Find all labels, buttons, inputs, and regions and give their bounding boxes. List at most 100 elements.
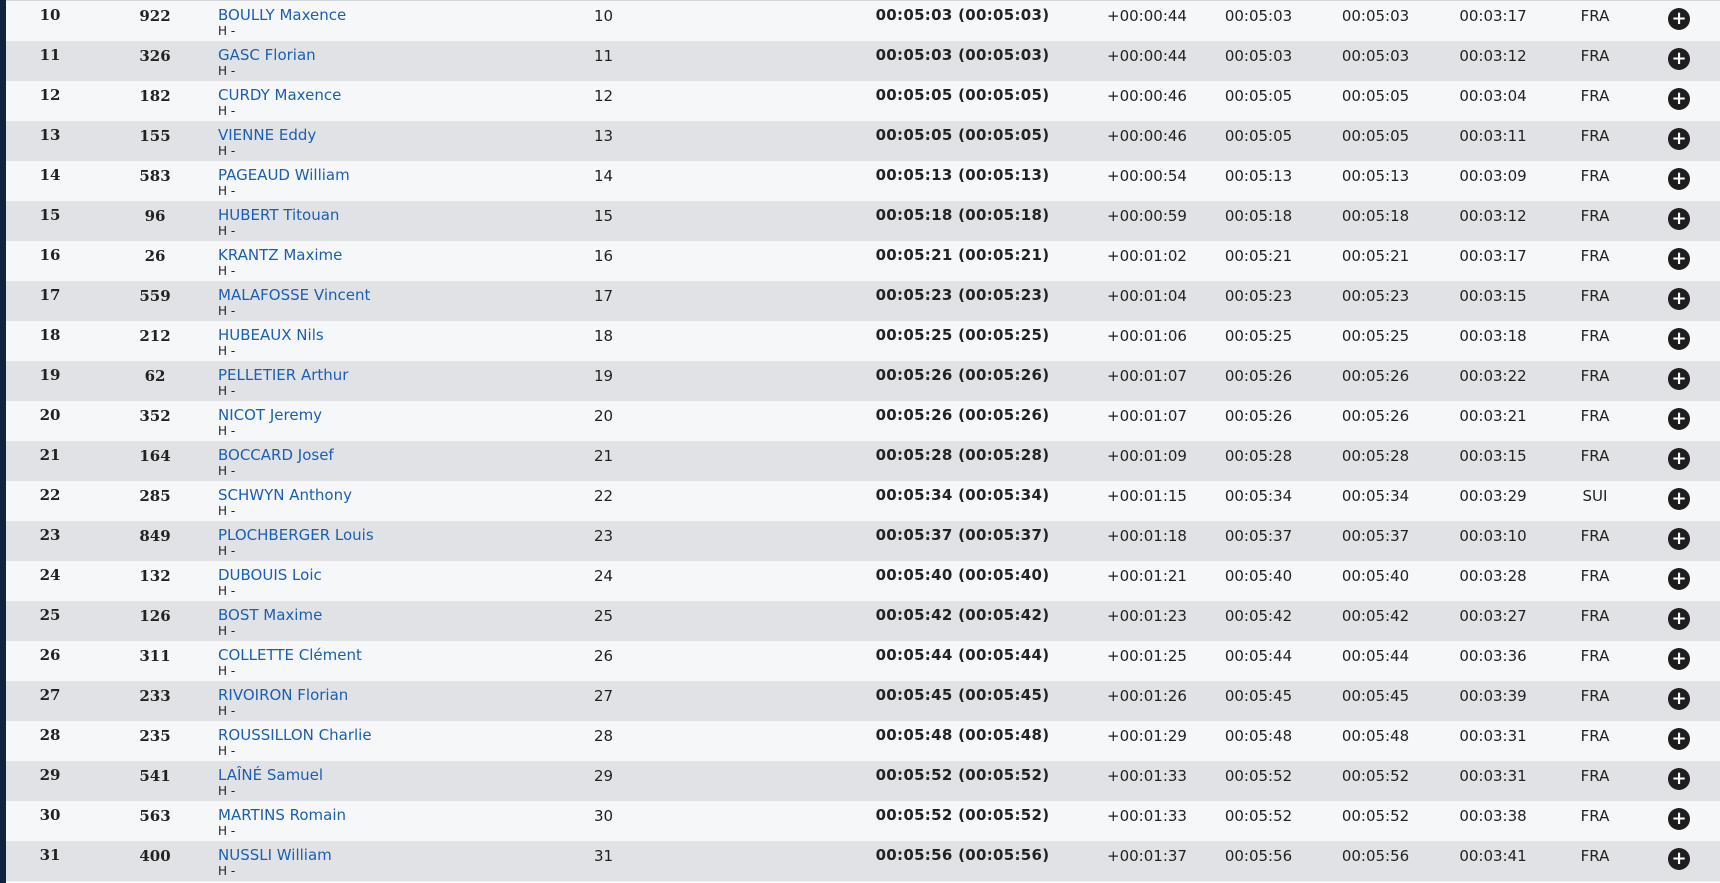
split-time-1: 00:05:05 <box>1224 126 1293 145</box>
athlete-cell: HUBERT Titouan H - <box>216 201 586 241</box>
athlete-name-link[interactable]: CURDY Maxence <box>218 87 586 103</box>
plus-circle-icon[interactable]: + <box>1668 847 1690 870</box>
country-code: FRA <box>1580 526 1610 545</box>
table-row[interactable]: 21 164 BOCCARD Josef H - 21 00:05:28 (00… <box>6 440 1720 481</box>
athlete-name-link[interactable]: BOCCARD Josef <box>218 447 586 463</box>
split-time-3: 00:03:09 <box>1459 166 1527 185</box>
table-row[interactable]: 27 233 RIVOIRON Florian H - 27 00:05:45 … <box>6 680 1720 721</box>
athlete-name-link[interactable]: PELLETIER Arthur <box>218 367 586 383</box>
table-row[interactable]: 18 212 HUBEAUX Nils H - 18 00:05:25 (00:… <box>6 320 1720 361</box>
athlete-name-link[interactable]: PAGEAUD William <box>218 167 586 183</box>
plus-circle-icon[interactable]: + <box>1668 207 1690 230</box>
category-rank: 18 <box>594 326 614 345</box>
plus-circle-icon[interactable]: + <box>1668 8 1690 30</box>
time-gap: +00:01:15 <box>1107 486 1187 505</box>
split-time-2: 00:05:23 <box>1341 286 1410 305</box>
athlete-name-link[interactable]: PLOCHBERGER Louis <box>218 527 586 543</box>
athlete-name-link[interactable]: MALAFOSSE Vincent <box>218 287 586 303</box>
athlete-name-link[interactable]: KRANTZ Maxime <box>218 247 586 263</box>
category-rank: 24 <box>594 566 614 585</box>
athlete-name-link[interactable]: BOULLY Maxence <box>218 7 586 23</box>
split-time-2: 00:05:18 <box>1341 206 1410 225</box>
plus-circle-icon[interactable]: + <box>1668 527 1690 550</box>
table-row[interactable]: 16 26 KRANTZ Maxime H - 16 00:05:21 (00:… <box>6 240 1720 281</box>
table-row[interactable]: 15 96 HUBERT Titouan H - 15 00:05:18 (00… <box>6 200 1720 241</box>
plus-circle-icon[interactable]: + <box>1668 727 1690 750</box>
plus-circle-icon[interactable]: + <box>1668 767 1690 790</box>
split-time-3: 00:03:11 <box>1459 126 1527 145</box>
athlete-name-link[interactable]: RIVOIRON Florian <box>218 687 586 703</box>
table-row[interactable]: 13 155 VIENNE Eddy H - 13 00:05:05 (00:0… <box>6 120 1720 161</box>
results-table: 10 922 BOULLY Maxence H - 10 00:05:03 (0… <box>6 0 1720 881</box>
athlete-name-link[interactable]: HUBERT Titouan <box>218 207 586 223</box>
athlete-cell: RIVOIRON Florian H - <box>216 681 586 721</box>
overall-rank: 26 <box>39 645 61 664</box>
table-row[interactable]: 12 182 CURDY Maxence H - 12 00:05:05 (00… <box>6 80 1720 121</box>
plus-circle-icon[interactable]: + <box>1668 327 1690 350</box>
athlete-name-link[interactable]: NUSSLI William <box>218 847 586 863</box>
plus-circle-icon[interactable]: + <box>1668 47 1690 70</box>
table-row[interactable]: 11 326 GASC Florian H - 11 00:05:03 (00:… <box>6 40 1720 81</box>
table-row[interactable]: 22 285 SCHWYN Anthony H - 22 00:05:34 (0… <box>6 480 1720 521</box>
plus-circle-icon[interactable]: + <box>1668 287 1690 310</box>
athlete-name-link[interactable]: MARTINS Romain <box>218 807 586 823</box>
table-row[interactable]: 26 311 COLLETTE Clément H - 26 00:05:44 … <box>6 640 1720 681</box>
table-row[interactable]: 29 541 LAÎNÉ Samuel H - 29 00:05:52 (00:… <box>6 760 1720 801</box>
category-rank: 14 <box>594 166 614 185</box>
expand-cell: + <box>1638 761 1720 801</box>
table-row[interactable]: 10 922 BOULLY Maxence H - 10 00:05:03 (0… <box>6 0 1720 41</box>
plus-circle-icon[interactable]: + <box>1668 167 1690 190</box>
plus-circle-icon[interactable]: + <box>1668 247 1690 270</box>
table-row[interactable]: 23 849 PLOCHBERGER Louis H - 23 00:05:37… <box>6 520 1720 561</box>
overall-rank: 12 <box>39 85 61 104</box>
athlete-category: H - <box>218 383 236 398</box>
bib-number: 26 <box>144 246 166 265</box>
table-row[interactable]: 28 235 ROUSSILLON Charlie H - 28 00:05:4… <box>6 720 1720 761</box>
table-row[interactable]: 19 62 PELLETIER Arthur H - 19 00:05:26 (… <box>6 360 1720 401</box>
category-rank: 20 <box>594 406 614 425</box>
athlete-name-link[interactable]: SCHWYN Anthony <box>218 487 586 503</box>
plus-circle-icon[interactable]: + <box>1668 567 1690 590</box>
table-row[interactable]: 24 132 DUBOUIS Loic H - 24 00:05:40 (00:… <box>6 560 1720 601</box>
finish-time: 00:05:40 (00:05:40) <box>875 565 1050 584</box>
finish-time: 00:05:03 (00:05:03) <box>831 0 1094 41</box>
table-row[interactable]: 25 126 BOST Maxime H - 25 00:05:42 (00:0… <box>6 600 1720 641</box>
plus-circle-icon[interactable]: + <box>1668 367 1690 390</box>
finish-time: 00:05:52 (00:05:52) <box>875 765 1050 784</box>
athlete-name-link[interactable]: LAÎNÉ Samuel <box>218 767 586 783</box>
plus-circle-icon[interactable]: + <box>1668 487 1690 510</box>
plus-circle-icon[interactable]: + <box>1668 407 1690 430</box>
split-time-2: 00:05:34 <box>1341 486 1410 505</box>
table-row[interactable]: 30 563 MARTINS Romain H - 30 00:05:52 (0… <box>6 800 1720 841</box>
table-row[interactable]: 20 352 NICOT Jeremy H - 20 00:05:26 (00:… <box>6 400 1720 441</box>
plus-circle-icon[interactable]: + <box>1668 607 1690 630</box>
split-time-3: 00:03:28 <box>1459 566 1527 585</box>
time-gap: +00:01:07 <box>1107 366 1187 385</box>
plus-circle-icon[interactable]: + <box>1668 647 1690 670</box>
bib-number: 541 <box>139 766 171 785</box>
country-code: FRA <box>1580 766 1610 785</box>
split-time-1: 00:05:48 <box>1224 726 1293 745</box>
athlete-name-link[interactable]: GASC Florian <box>218 47 586 63</box>
table-row[interactable]: 14 583 PAGEAUD William H - 14 00:05:13 (… <box>6 160 1720 201</box>
plus-circle-icon[interactable]: + <box>1668 447 1690 470</box>
finish-time: 00:05:03 (00:05:03) <box>875 45 1050 64</box>
table-row[interactable]: 17 559 MALAFOSSE Vincent H - 17 00:05:23… <box>6 280 1720 321</box>
plus-circle-icon[interactable]: + <box>1668 87 1690 110</box>
plus-circle-icon[interactable]: + <box>1668 807 1690 830</box>
athlete-name-link[interactable]: COLLETTE Clément <box>218 647 586 663</box>
athlete-cell: NUSSLI William H - <box>216 841 586 881</box>
table-row[interactable]: 31 400 NUSSLI William H - 31 00:05:56 (0… <box>6 840 1720 881</box>
athlete-name-link[interactable]: NICOT Jeremy <box>218 407 586 423</box>
bib-number: 326 <box>139 46 171 65</box>
plus-circle-icon[interactable]: + <box>1668 127 1690 150</box>
plus-circle-icon[interactable]: + <box>1668 687 1690 710</box>
athlete-name-link[interactable]: HUBEAUX Nils <box>218 327 586 343</box>
athlete-name-link[interactable]: DUBOUIS Loic <box>218 567 586 583</box>
athlete-name-link[interactable]: BOST Maxime <box>218 607 586 623</box>
country-code: FRA <box>1580 406 1610 425</box>
expand-cell: + <box>1638 681 1720 721</box>
finish-time: 00:05:48 (00:05:48) <box>875 725 1050 744</box>
athlete-name-link[interactable]: ROUSSILLON Charlie <box>218 727 586 743</box>
athlete-name-link[interactable]: VIENNE Eddy <box>218 127 586 143</box>
